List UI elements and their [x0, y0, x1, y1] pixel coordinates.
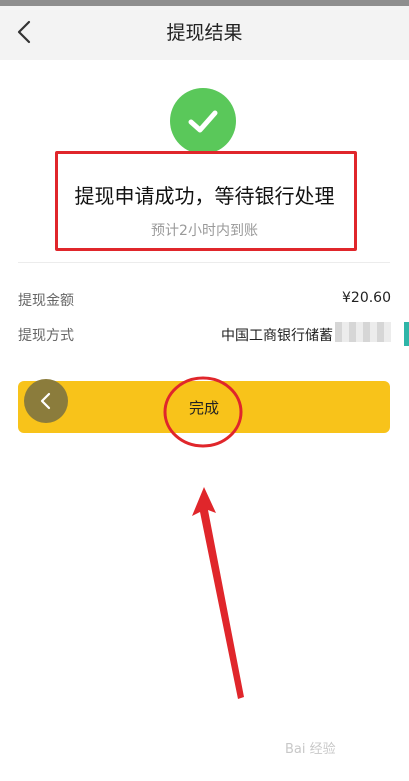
divider: [18, 262, 390, 263]
amount-label: 提现金额: [18, 293, 74, 309]
floating-back-button[interactable]: [24, 379, 68, 423]
edge-indicator: [404, 322, 409, 346]
annotation-arrow: [192, 487, 244, 699]
page-title: 提现结果: [166, 22, 243, 44]
withdraw-result-page: 提现结果 提现申请成功，等待银行处理 预计2小时内到账 提现金额 ¥20.60 …: [0, 0, 409, 781]
watermark: Bai 经验: [285, 742, 336, 757]
chevron-left-icon: [40, 392, 51, 410]
result-subtitle: 预计2小时内到账: [151, 223, 258, 239]
success-check-icon: [170, 88, 236, 154]
result-title: 提现申请成功，等待银行处理: [74, 184, 335, 208]
done-button[interactable]: 完成: [18, 381, 390, 433]
nav-header: 提现结果: [0, 6, 409, 60]
redacted-account-mask: [335, 322, 391, 342]
method-value: 中国工商银行储蓄: [221, 328, 333, 344]
amount-value: ¥20.60: [342, 290, 391, 306]
method-label: 提现方式: [18, 328, 74, 344]
